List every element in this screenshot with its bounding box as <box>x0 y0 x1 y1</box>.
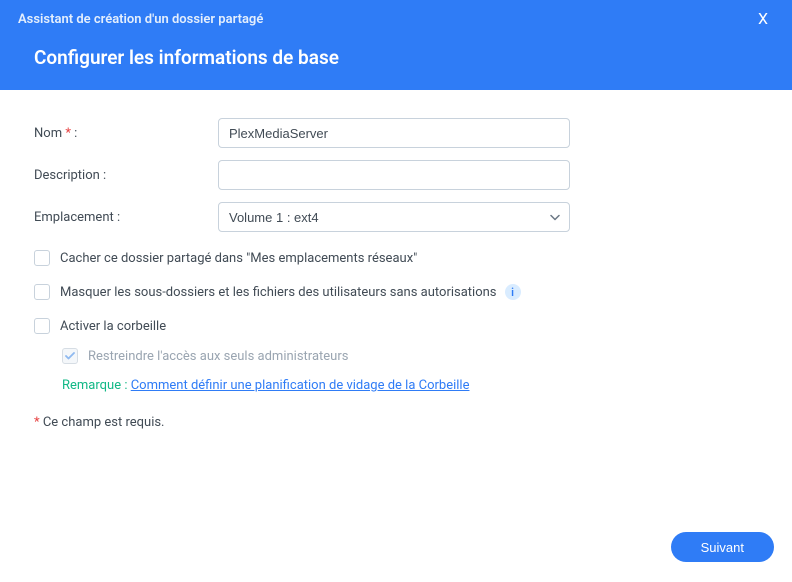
required-note: * Ce champ est requis. <box>34 415 758 430</box>
location-label: Emplacement : <box>34 210 218 225</box>
restrict-admin-checkbox <box>62 348 78 364</box>
required-note-text: Ce champ est requis. <box>40 415 165 430</box>
description-input[interactable] <box>218 160 570 190</box>
info-icon[interactable]: i <box>505 284 521 300</box>
next-button[interactable]: Suivant <box>671 532 774 562</box>
hide-subfolders-label: Masquer les sous-dossiers et les fichier… <box>60 285 497 300</box>
dialog-header: Assistant de création d'un dossier parta… <box>0 0 792 90</box>
close-button[interactable]: X <box>752 9 774 29</box>
remark-label: Remarque : <box>62 378 131 393</box>
hide-subfolders-checkbox[interactable] <box>34 284 50 300</box>
enable-recycle-checkbox[interactable] <box>34 318 50 334</box>
name-label-text: Nom <box>34 126 62 141</box>
name-label: Nom * : <box>34 126 218 141</box>
dialog-body: Nom * : Description : Emplacement : Volu… <box>0 90 792 430</box>
hide-network-checkbox[interactable] <box>34 250 50 266</box>
restrict-admin-label: Restreindre l'accès aux seuls administra… <box>88 349 348 364</box>
hide-network-label: Cacher ce dossier partagé dans "Mes empl… <box>60 251 417 266</box>
remark-link[interactable]: Comment définir une planification de vid… <box>131 378 470 393</box>
name-input[interactable] <box>218 118 570 148</box>
description-label: Description : <box>34 168 218 183</box>
dialog-footer: Suivant <box>0 532 792 582</box>
remark-row: Remarque : Comment définir une planifica… <box>62 378 758 393</box>
wizard-title: Assistant de création d'un dossier parta… <box>18 12 263 27</box>
required-asterisk: * <box>62 126 71 141</box>
name-label-colon: : <box>71 126 77 141</box>
enable-recycle-label: Activer la corbeille <box>60 319 166 334</box>
dialog-subtitle: Configurer les informations de base <box>0 30 792 69</box>
location-select[interactable]: Volume 1 : ext4 <box>218 202 570 232</box>
